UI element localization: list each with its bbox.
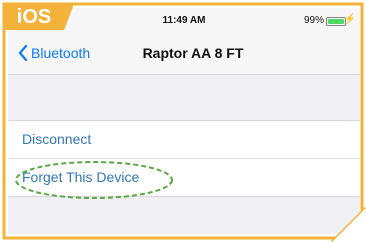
battery-fill — [328, 19, 344, 24]
phone-screen: 11:49 AM 99% ⚡ Bluetooth Raptor AA 8 FT … — [8, 8, 360, 234]
highlight-ellipse — [15, 161, 173, 199]
page-title: Raptor AA 8 FT — [142, 45, 244, 61]
badge-tail — [64, 4, 74, 30]
navigation-bar: Bluetooth Raptor AA 8 FT — [8, 34, 360, 75]
disconnect-label: Disconnect — [22, 131, 92, 147]
battery-percent: 99% — [303, 15, 324, 26]
platform-badge: iOS — [4, 4, 64, 30]
page-fold-corner — [330, 206, 366, 242]
charging-icon: ⚡ — [343, 14, 356, 25]
disconnect-button[interactable]: Disconnect — [8, 121, 360, 158]
